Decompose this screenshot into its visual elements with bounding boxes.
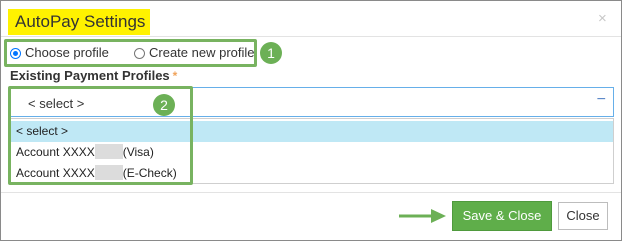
existing-profiles-label-text: Existing Payment Profiles	[10, 68, 170, 83]
required-marker: *	[172, 69, 178, 83]
arrow-right-icon	[399, 209, 446, 223]
callout-badge-2: 2	[153, 94, 175, 116]
callout-badge-1: 1	[260, 42, 282, 64]
existing-profiles-label: Existing Payment Profiles *	[10, 68, 177, 83]
callout-box-profile-mode	[4, 39, 257, 67]
autopay-dialog: AutoPay Settings × Choose profile Create…	[0, 0, 622, 241]
header-divider	[1, 36, 621, 37]
close-button[interactable]: Close	[558, 202, 608, 230]
collapse-icon[interactable]: −	[597, 91, 606, 109]
close-icon[interactable]: ×	[598, 10, 607, 27]
dialog-title: AutoPay Settings	[15, 12, 146, 31]
footer-divider	[1, 192, 621, 193]
save-and-close-button[interactable]: Save & Close	[452, 201, 552, 231]
